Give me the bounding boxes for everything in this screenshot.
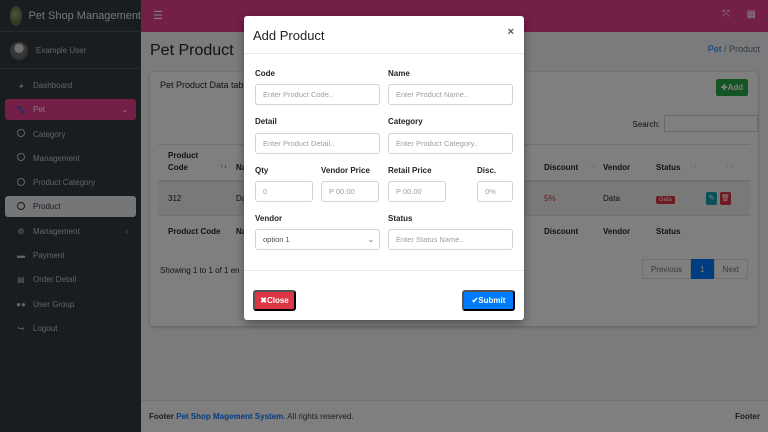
name-input[interactable]: Enter Product Name.. [388,84,513,105]
category-label: Category [388,117,423,126]
name-label: Name [388,69,410,78]
check-icon: ✔ [471,296,479,305]
vendor-select[interactable]: option 1 ⌄ [255,229,380,250]
close-icon[interactable]: × [508,26,514,38]
modal-footer: ✖ Close ✔ Submit [244,270,524,320]
disc-label: Disc. [477,166,497,175]
close-button[interactable]: ✖ Close [253,290,296,311]
retail-price-label: Retail Price [388,166,432,175]
detail-label: Detail [255,117,277,126]
disc-input[interactable]: 0% [477,181,513,202]
close-button-label: Close [266,296,289,305]
submit-button[interactable]: ✔ Submit [462,290,515,311]
qty-input[interactable]: 0 [255,181,313,202]
code-label: Code [255,69,275,78]
add-product-modal: Add Product × Code Enter Product Code.. … [244,16,524,320]
qty-label: Qty [255,166,269,175]
status-label: Status [388,214,413,223]
modal-header: Add Product × [244,16,524,54]
submit-button-label: Submit [478,296,506,305]
vendor-price-label: Vendor Price [321,166,370,175]
vendor-price-input[interactable]: P 00.00 [321,181,379,202]
detail-input[interactable]: Enter Product Detail.. [255,133,380,154]
modal-title: Add Product [253,28,325,43]
retail-price-input[interactable]: P 00.00 [388,181,446,202]
vendor-label: Vendor [255,214,283,223]
code-input[interactable]: Enter Product Code.. [255,84,380,105]
category-input[interactable]: Enter Product Category.. [388,133,513,154]
x-icon: ✖ [260,296,267,305]
status-input[interactable]: Enter Status Name.. [388,229,513,250]
chevron-down-icon: ⌄ [367,235,374,244]
vendor-select-value: option 1 [263,235,290,244]
